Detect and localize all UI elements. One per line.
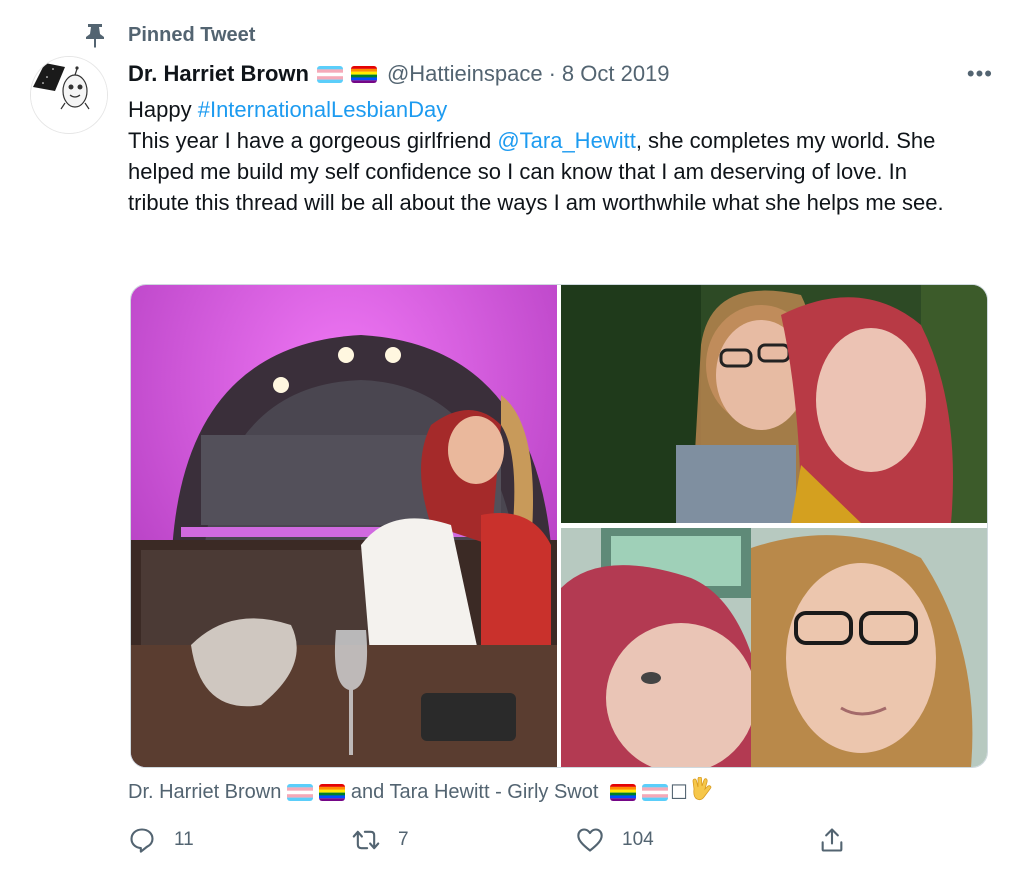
like-button[interactable]: 104	[576, 826, 654, 854]
retweet-button[interactable]: 7	[352, 826, 409, 854]
rainbow-flag-icon	[319, 783, 346, 801]
tweet-line-1: Happy #InternationalLesbianDay	[128, 94, 958, 125]
trans-flag-icon	[641, 783, 668, 801]
photo-selfie-2[interactable]	[561, 528, 987, 767]
retweet-icon	[352, 830, 380, 850]
tagged-glyph: ☐	[669, 781, 688, 804]
tagged-users[interactable]: Dr. Harriet Brown and Tara Hewitt - Girl…	[128, 776, 712, 807]
tweet-text: Happy #InternationalLesbianDay This year…	[128, 94, 958, 218]
author-handle[interactable]: @Hattieinspace	[387, 61, 543, 87]
photo-bar-kiss[interactable]	[131, 285, 557, 767]
tagged-connector: and Tara Hewitt - Girly Swot	[345, 780, 604, 803]
pin-icon	[86, 24, 104, 48]
media-grid	[130, 284, 988, 768]
avatar[interactable]	[30, 56, 108, 134]
share-icon	[821, 828, 843, 852]
retweet-count: 7	[398, 829, 409, 850]
reply-count: 11	[174, 829, 194, 850]
pinned-header: Pinned Tweet	[84, 22, 255, 48]
rainbow-flag-icon	[350, 65, 377, 83]
tweet-body-prefix: This year I have a gorgeous girlfriend	[128, 128, 498, 153]
tweet-happy: Happy	[128, 97, 198, 122]
tweet-header: Dr. Harriet Brown @Hattieinspace · 8 Oct…	[128, 58, 993, 90]
header-separator: ·	[548, 61, 556, 86]
vulcan-hand-icon	[690, 776, 712, 807]
reply-button[interactable]: 11	[128, 826, 194, 854]
hashtag-link[interactable]: #InternationalLesbianDay	[198, 97, 448, 122]
like-icon	[577, 828, 603, 852]
rainbow-flag-icon	[609, 783, 636, 801]
more-icon[interactable]: •••	[967, 61, 993, 87]
tagged-person-1[interactable]: Dr. Harriet Brown	[128, 781, 281, 804]
photo-selfie-1[interactable]	[561, 285, 987, 523]
tweet-date[interactable]: 8 Oct 2019	[562, 61, 670, 87]
tweet-actions: 11 7 104	[128, 826, 858, 856]
reply-icon	[130, 828, 154, 853]
avatar-robot-icon	[31, 57, 107, 133]
share-button[interactable]	[818, 826, 846, 854]
trans-flag-icon	[287, 783, 314, 801]
pinned-label: Pinned Tweet	[128, 23, 256, 46]
like-count: 104	[622, 829, 654, 850]
tweet-body: This year I have a gorgeous girlfriend @…	[128, 125, 958, 218]
trans-flag-icon	[316, 65, 343, 83]
author-name[interactable]: Dr. Harriet Brown	[128, 61, 309, 87]
mention-link[interactable]: @Tara_Hewitt	[497, 128, 636, 153]
